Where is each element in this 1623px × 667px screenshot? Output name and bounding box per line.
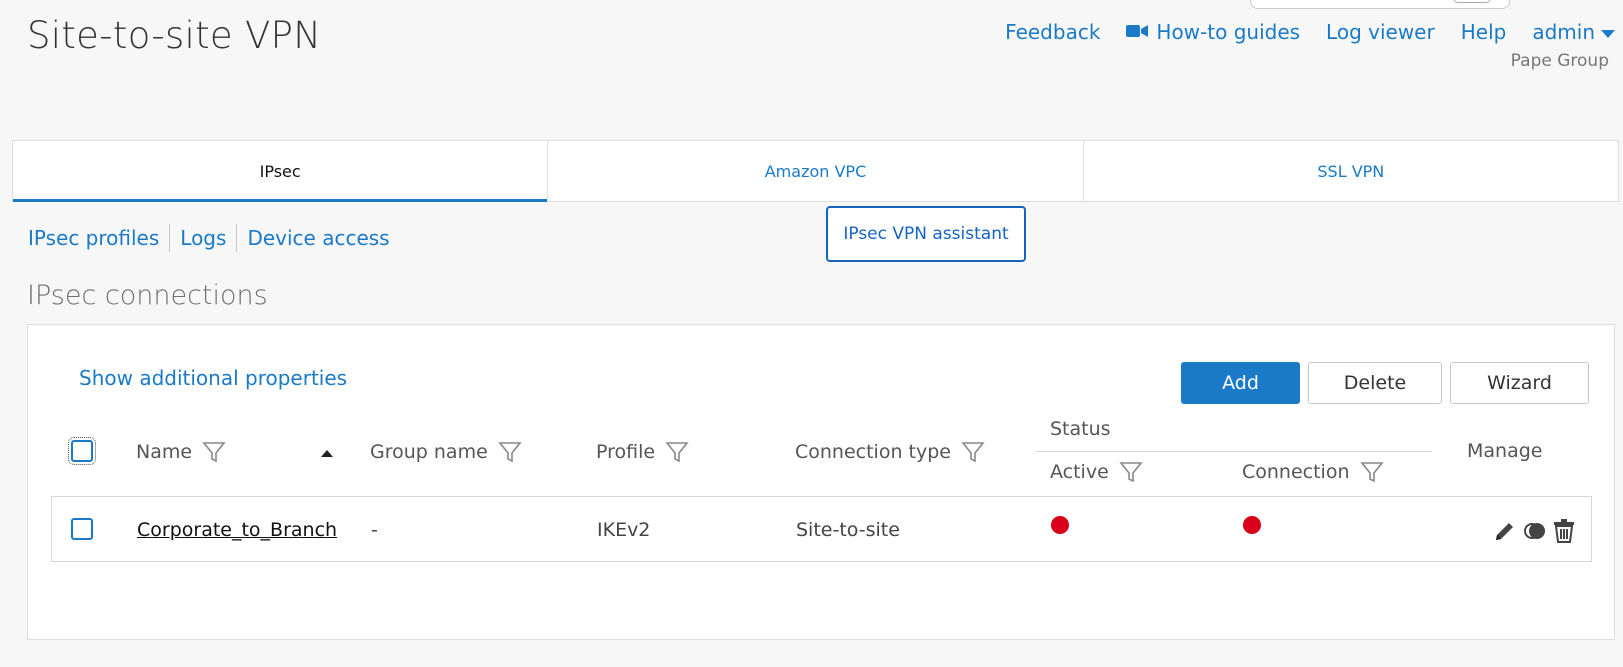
filter-icon[interactable] — [665, 440, 689, 464]
vpn-tabs: IPsec Amazon VPC SSL VPN — [12, 140, 1619, 202]
header-manage: Manage — [1467, 440, 1542, 462]
help-label: Help — [1460, 20, 1507, 44]
howto-guides-link[interactable]: How-to guides — [1126, 20, 1300, 44]
status-divider — [1036, 451, 1432, 452]
caret-down-icon — [1601, 29, 1615, 38]
header-connection-type: Connection type — [795, 440, 985, 464]
connection-status-indicator — [1243, 516, 1261, 534]
toggle-icon[interactable] — [1523, 519, 1547, 547]
feedback-link[interactable]: Feedback — [1005, 20, 1100, 44]
group-name-cell: - — [371, 519, 378, 541]
user-menu[interactable]: admin — [1532, 20, 1615, 44]
header-status: Status — [1050, 418, 1111, 440]
edit-pencil-icon[interactable] — [1493, 519, 1517, 547]
ipsec-profiles-link[interactable]: IPsec profiles — [28, 226, 169, 250]
manage-actions — [1493, 519, 1575, 547]
trash-icon[interactable] — [1553, 519, 1575, 547]
row-select-checkbox[interactable] — [71, 518, 93, 540]
filter-icon[interactable] — [498, 440, 522, 464]
header-name-label: Name — [136, 441, 193, 463]
select-all-checkbox[interactable] — [68, 437, 96, 465]
header-connection-label: Connection — [1242, 461, 1350, 483]
delete-button[interactable]: Delete — [1308, 362, 1442, 404]
filter-icon[interactable] — [961, 440, 985, 464]
header-connection-type-label: Connection type — [795, 441, 951, 463]
log-viewer-link[interactable]: Log viewer — [1326, 20, 1435, 44]
top-navigation: Feedback How-to guides Log viewer Help a… — [1005, 20, 1615, 44]
ipsec-vpn-assistant-button[interactable]: IPsec VPN assistant — [826, 206, 1026, 262]
help-link[interactable]: Help — [1461, 20, 1507, 44]
header-profile-label: Profile — [596, 441, 656, 463]
show-additional-properties-link[interactable]: Show additional properties — [79, 366, 347, 390]
tab-ssl-vpn[interactable]: SSL VPN — [1084, 141, 1618, 201]
header-group: Group name — [370, 440, 522, 464]
log-viewer-label: Log viewer — [1326, 20, 1435, 44]
section-title: IPsec connections — [27, 280, 268, 311]
connection-type-cell: Site-to-site — [796, 519, 900, 541]
header-active-label: Active — [1050, 461, 1109, 483]
connection-name-link[interactable]: Corporate_to_Branch — [137, 519, 337, 541]
header-status-label: Status — [1050, 418, 1111, 440]
tab-amazon-vpc[interactable]: Amazon VPC — [548, 141, 1084, 201]
header-connection: Connection — [1242, 460, 1384, 484]
active-status-indicator — [1051, 516, 1069, 534]
profile-cell: IKEv2 — [597, 519, 651, 541]
header-name: Name — [136, 440, 226, 464]
device-access-link[interactable]: Device access — [237, 226, 399, 250]
sub-navigation: IPsec profiles Logs Device access — [28, 224, 400, 252]
top-frame-knob — [1453, 0, 1491, 3]
header-group-label: Group name — [370, 441, 488, 463]
filter-icon[interactable] — [1359, 460, 1384, 484]
top-frame-decoration — [1250, 0, 1510, 9]
page-title: Site-to-site VPN — [27, 14, 322, 57]
header-active: Active — [1050, 460, 1143, 484]
logs-link[interactable]: Logs — [170, 226, 236, 250]
filter-icon[interactable] — [1119, 460, 1143, 484]
add-button[interactable]: Add — [1181, 362, 1300, 404]
sort-ascending-icon[interactable] — [321, 450, 333, 457]
howto-guides-label: How-to guides — [1156, 20, 1301, 44]
header-manage-label: Manage — [1467, 440, 1543, 462]
organization-name: Pape Group — [1510, 51, 1609, 71]
video-camera-icon — [1126, 20, 1149, 44]
wizard-button[interactable]: Wizard — [1450, 362, 1589, 404]
filter-icon[interactable] — [202, 440, 226, 464]
user-name: admin — [1532, 20, 1595, 44]
tab-ipsec[interactable]: IPsec — [13, 141, 549, 202]
feedback-label: Feedback — [1005, 20, 1101, 44]
header-profile: Profile — [596, 440, 689, 464]
